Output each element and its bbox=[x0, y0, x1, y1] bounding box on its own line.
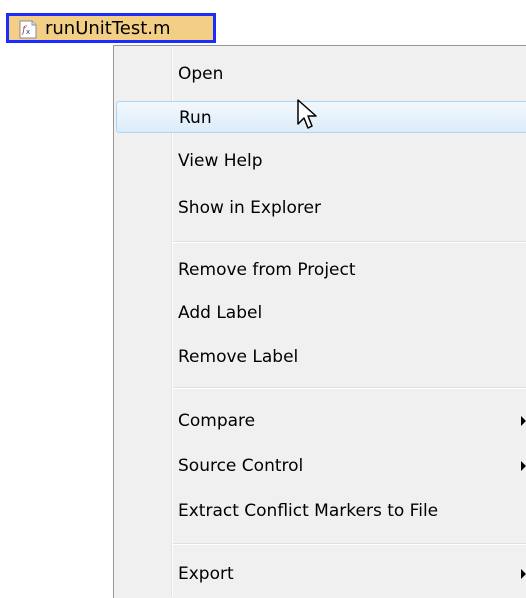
file-item-runUnitTest[interactable]: f x runUnitTest.m bbox=[6, 13, 216, 43]
file-name: runUnitTest.m bbox=[45, 18, 171, 39]
menu-item-label: Open bbox=[178, 64, 224, 84]
submenu-arrow-icon bbox=[521, 416, 526, 426]
menu-separator bbox=[173, 387, 526, 389]
menu-item-label: View Help bbox=[178, 151, 263, 171]
menu-item-label: Remove Label bbox=[178, 347, 299, 367]
page: f x runUnitTest.m Open Run View Help Sho… bbox=[0, 0, 526, 598]
menu-item-label: Compare bbox=[178, 411, 256, 431]
menu-item-extract-conflict-markers[interactable]: Extract Conflict Markers to File bbox=[116, 495, 526, 527]
menu-item-label: Remove from Project bbox=[178, 260, 356, 280]
menu-item-label: Source Control bbox=[178, 456, 304, 476]
menu-item-add-label[interactable]: Add Label bbox=[116, 297, 526, 329]
svg-text:x: x bbox=[26, 28, 30, 36]
menu-item-label: Run bbox=[179, 108, 212, 128]
menu-item-compare[interactable]: Compare bbox=[116, 405, 526, 437]
menu-item-label: Export bbox=[178, 564, 234, 584]
submenu-arrow-icon bbox=[521, 569, 526, 579]
matlab-function-file-icon: f x bbox=[19, 20, 37, 39]
menu-item-label: Add Label bbox=[178, 303, 263, 323]
menu-item-source-control[interactable]: Source Control bbox=[116, 450, 526, 482]
menu-item-remove-label[interactable]: Remove Label bbox=[116, 341, 526, 373]
menu-item-label: Show in Explorer bbox=[178, 198, 321, 218]
menu-item-label: Extract Conflict Markers to File bbox=[178, 501, 439, 521]
menu-item-open[interactable]: Open bbox=[116, 58, 526, 90]
menu-separator bbox=[173, 241, 526, 243]
menu-separator bbox=[173, 543, 526, 545]
mouse-pointer-icon bbox=[297, 99, 317, 129]
menu-item-export[interactable]: Export bbox=[116, 558, 526, 590]
submenu-arrow-icon bbox=[521, 461, 526, 471]
menu-item-show-in-explorer[interactable]: Show in Explorer bbox=[116, 192, 526, 224]
menu-item-view-help[interactable]: View Help bbox=[116, 145, 526, 177]
menu-item-remove-from-project[interactable]: Remove from Project bbox=[116, 254, 526, 286]
